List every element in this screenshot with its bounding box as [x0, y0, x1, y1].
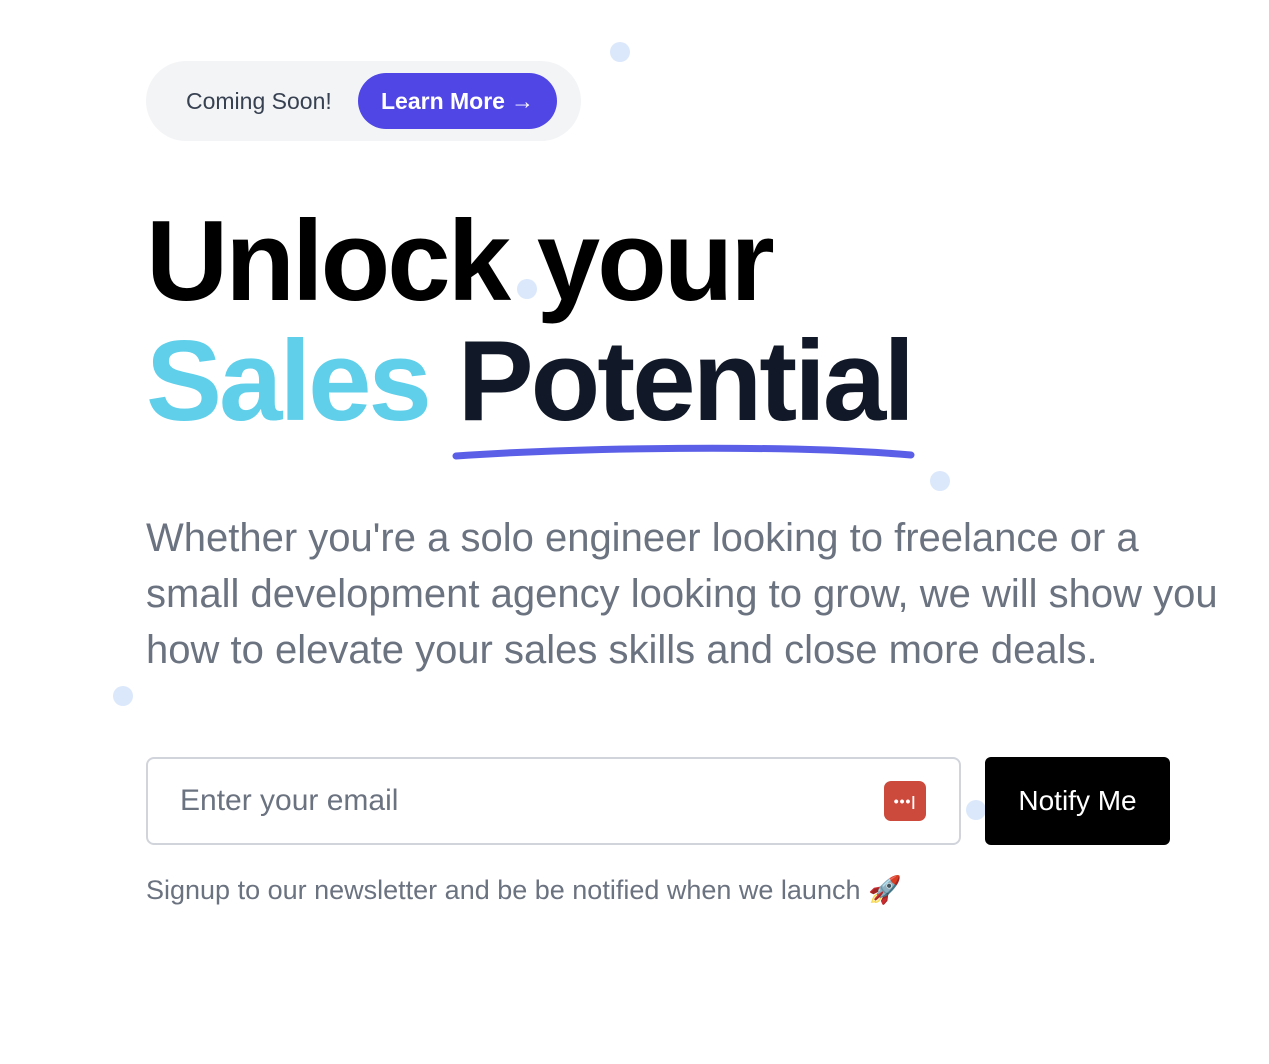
page-headline: Unlock your Sales Potential — [146, 202, 915, 445]
headline-underline — [452, 444, 915, 460]
signup-note: Signup to our newsletter and be be notif… — [146, 875, 902, 905]
headline-emphasis-word: Potential — [457, 318, 915, 445]
decorative-dot — [966, 800, 986, 820]
headline-line-1: Unlock your — [146, 198, 775, 325]
decorative-dot — [113, 686, 133, 706]
decorative-dot — [930, 471, 950, 491]
coming-soon-page: Coming Soon! Learn More → Unlock your Sal… — [0, 0, 1269, 1064]
description-text: Whether you're a solo engineer looking t… — [146, 516, 1218, 672]
headline-line-2: Sales Potential — [146, 318, 915, 445]
decorative-dot — [610, 42, 630, 62]
arrow-right-icon: → — [510, 88, 534, 114]
email-input[interactable] — [148, 759, 880, 843]
headline-highlight-word: Sales — [146, 318, 432, 445]
learn-more-button[interactable]: Learn More → — [358, 73, 557, 129]
notify-me-button[interactable]: Notify Me — [985, 757, 1170, 845]
learn-more-label: Learn More — [381, 88, 505, 114]
coming-soon-label: Coming Soon! — [186, 88, 332, 114]
announcement-badge: Coming Soon! Learn More → — [146, 61, 581, 141]
email-field-wrapper: •••| — [146, 757, 961, 845]
password-manager-icon[interactable]: •••| — [884, 781, 926, 821]
